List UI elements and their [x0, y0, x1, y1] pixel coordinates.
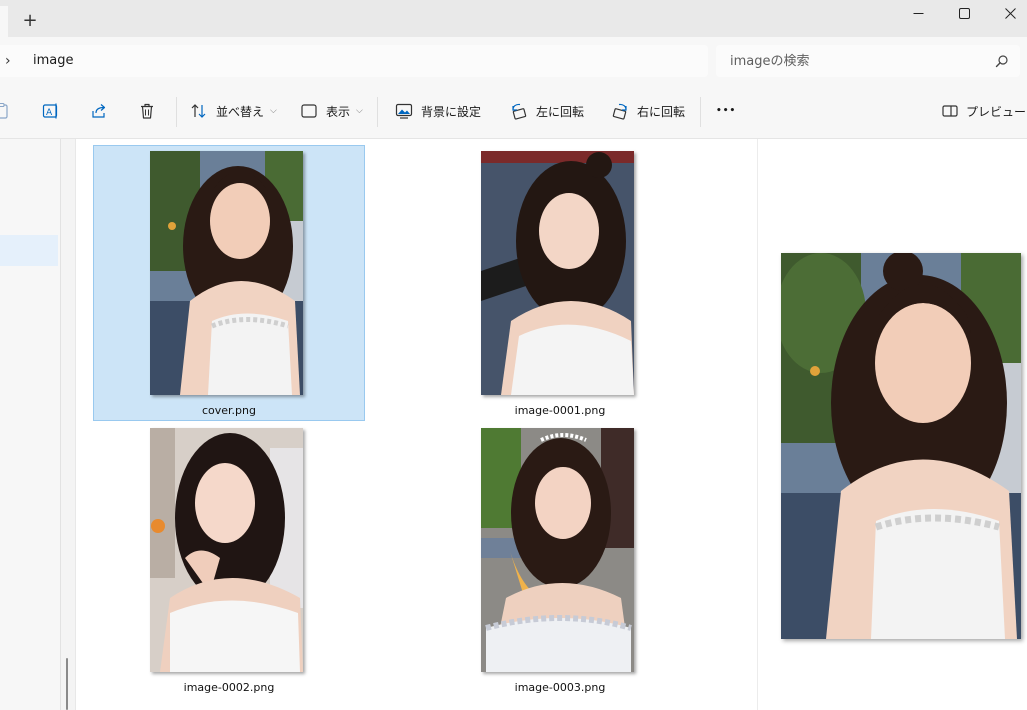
toolbar-separator	[176, 97, 177, 127]
breadcrumb-chevron-icon[interactable]: ›	[5, 53, 11, 69]
breadcrumb-current-folder[interactable]: image	[33, 53, 74, 68]
sort-button[interactable]: 並べ替え ⌵	[190, 97, 277, 125]
nav-item-selected[interactable]	[0, 235, 58, 266]
minimize-icon	[913, 12, 923, 14]
delete-button[interactable]	[138, 97, 156, 125]
more-options-button[interactable]: •••	[716, 97, 736, 125]
sort-label: 並べ替え	[216, 104, 265, 119]
more-dots-icon: •••	[716, 106, 737, 116]
current-tab[interactable]	[0, 6, 8, 37]
desktop-background-icon	[395, 103, 413, 119]
preview-pane	[758, 139, 1027, 710]
file-tile-image-0001[interactable]: image-0001.png	[424, 145, 696, 421]
clipboard-icon	[0, 102, 8, 119]
rotate-right-icon	[612, 103, 627, 120]
search-input[interactable]	[730, 52, 980, 70]
chevron-down-icon: ⌵	[356, 106, 363, 116]
address-bar[interactable]: › image	[0, 45, 708, 77]
file-name: image-0001.png	[514, 404, 606, 417]
rotate-right-label: 右に回転	[637, 104, 686, 119]
share-icon	[92, 104, 106, 118]
svg-text:A: A	[46, 108, 53, 118]
chevron-down-icon: ⌵	[270, 106, 277, 116]
rename-button[interactable]: A	[42, 97, 60, 125]
file-name: cover.png	[201, 404, 256, 417]
pane-divider[interactable]	[60, 139, 76, 710]
file-tile-image-0003[interactable]: image-0003.png	[424, 422, 696, 698]
file-tile-cover[interactable]: cover.png	[93, 145, 365, 421]
paste-button[interactable]	[0, 97, 10, 125]
image-thumbnail	[481, 151, 634, 395]
nav-scrollbar-thumb[interactable]	[66, 658, 68, 710]
new-tab-button[interactable]: +	[17, 7, 43, 33]
file-name: image-0002.png	[183, 681, 275, 694]
rotate-right-button[interactable]: 右に回転	[611, 97, 685, 125]
trash-icon	[141, 103, 153, 119]
toolbar-separator	[700, 97, 701, 127]
file-tile-image-0002[interactable]: image-0002.png	[93, 422, 365, 698]
maximize-icon	[958, 7, 970, 19]
preview-label: プレビュー	[966, 104, 1027, 119]
toolbar-separator	[377, 97, 378, 127]
preview-pane-button[interactable]: プレビュー	[942, 97, 1026, 125]
image-thumbnail	[150, 428, 303, 672]
file-name: image-0003.png	[514, 681, 606, 694]
image-thumbnail	[150, 151, 303, 395]
title-bar: +	[0, 0, 1027, 37]
close-icon	[1004, 7, 1016, 19]
sort-arrows-icon	[191, 104, 206, 118]
search-icon[interactable]	[995, 54, 1009, 68]
view-label: 表示	[326, 104, 351, 119]
minimize-button[interactable]	[895, 0, 941, 26]
command-bar: A 並べ替え ⌵ 表示 ⌵ 背景に設定 左に回転 右に回転 ••• プレビュー	[0, 84, 1027, 139]
close-button[interactable]	[987, 0, 1027, 26]
set-background-button[interactable]: 背景に設定	[395, 97, 481, 125]
image-thumbnail	[481, 428, 634, 672]
view-layout-icon	[301, 104, 317, 118]
preview-image	[781, 253, 1021, 639]
share-button[interactable]	[90, 97, 108, 125]
navigation-pane	[0, 139, 60, 710]
set-background-label: 背景に設定	[421, 104, 482, 119]
view-button[interactable]: 表示 ⌵	[300, 97, 363, 125]
file-grid: cover.png image-0001.png image-0002.png …	[77, 139, 757, 710]
address-row: › image	[0, 37, 1027, 84]
rename-icon: A	[42, 103, 58, 119]
rotate-left-label: 左に回転	[536, 104, 585, 119]
rotate-left-icon	[512, 103, 527, 120]
search-box[interactable]	[716, 45, 1020, 77]
preview-pane-icon	[942, 105, 958, 117]
maximize-button[interactable]	[941, 0, 987, 26]
rotate-left-button[interactable]: 左に回転	[510, 97, 584, 125]
